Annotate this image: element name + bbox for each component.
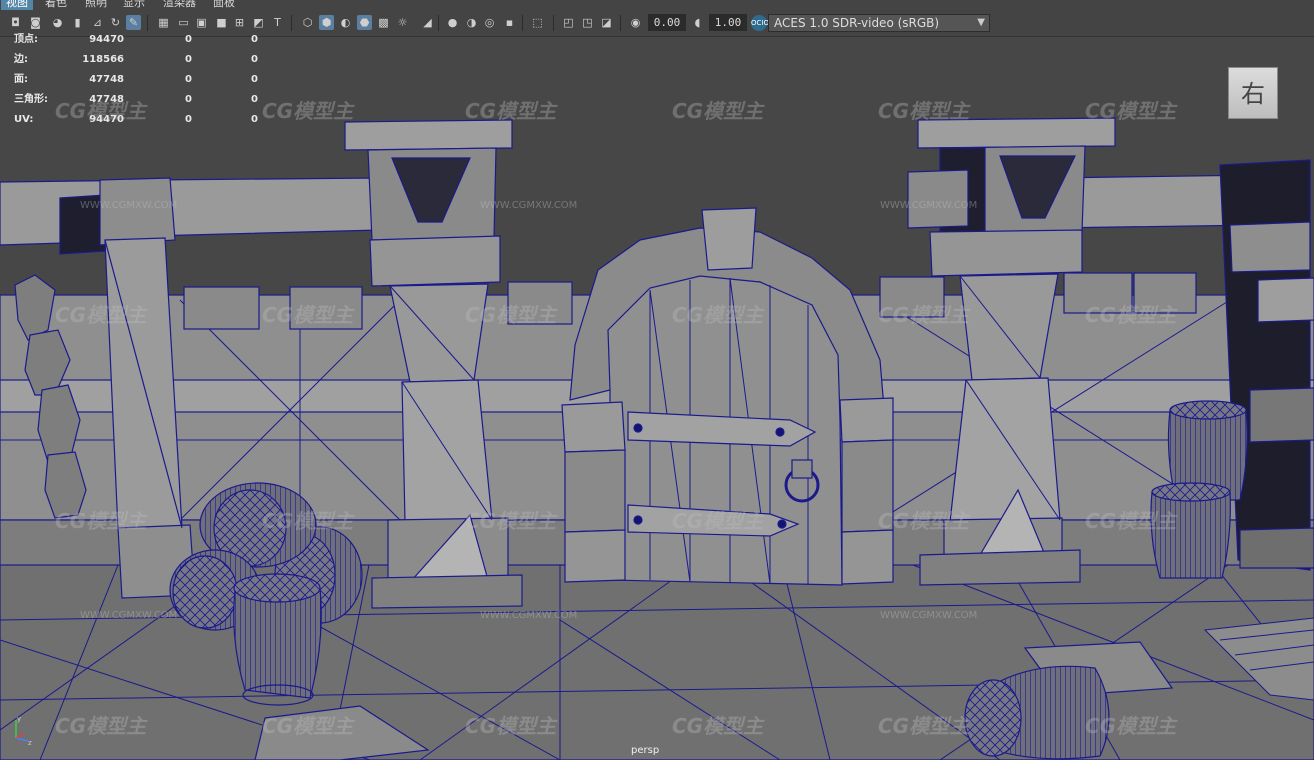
svg-text:CG模型主: CG模型主 bbox=[55, 303, 148, 327]
bookmark-icon[interactable]: ▮ bbox=[70, 15, 85, 30]
view-cube[interactable]: 右 bbox=[1228, 67, 1278, 119]
screen-space-ao-icon[interactable]: ● bbox=[445, 15, 460, 30]
backface-culling-icon[interactable]: ◪ bbox=[599, 15, 614, 30]
poly-count-hud: 顶点: 94470 0 0 边: 118566 0 0 面: 47748 0 0… bbox=[0, 34, 270, 137]
scene-render: CG模型主 CG模型主 CG模型主 CG模型主 CG模型主 CG模型主 CG模型… bbox=[0, 37, 1314, 760]
svg-text:CG模型主: CG模型主 bbox=[262, 714, 355, 738]
color-space-label: ACES 1.0 SDR-video (sRGB) bbox=[774, 16, 940, 30]
svg-text:CG模型主: CG模型主 bbox=[262, 99, 355, 123]
grease-pencil-icon[interactable]: ✎ bbox=[126, 15, 141, 30]
svg-text:CG模型主: CG模型主 bbox=[672, 714, 765, 738]
camera-attributes-icon[interactable]: ◙ bbox=[28, 15, 43, 30]
svg-text:CG模型主: CG模型主 bbox=[878, 303, 971, 327]
grid-icon[interactable]: ▦ bbox=[156, 15, 171, 30]
menu-view[interactable]: 视图 bbox=[1, 0, 33, 10]
hud-row-triangles: 三角形: 47748 0 0 bbox=[14, 94, 258, 105]
hud-row-faces: 面: 47748 0 0 bbox=[14, 74, 258, 85]
svg-text:CG模型主: CG模型主 bbox=[465, 509, 558, 533]
panel-menu-bar: 视图 着色 照明 显示 渲染器 面板 bbox=[0, 0, 1314, 10]
exposure-icon[interactable]: ◉ bbox=[628, 15, 643, 30]
color-space-dropdown[interactable]: ACES 1.0 SDR-video (sRGB) ▼ bbox=[768, 14, 990, 32]
safe-title-icon[interactable]: T bbox=[270, 15, 285, 30]
svg-text:CG模型主: CG模型主 bbox=[262, 303, 355, 327]
menu-renderer[interactable]: 渲染器 bbox=[158, 0, 201, 10]
svg-text:CG模型主: CG模型主 bbox=[1085, 99, 1178, 123]
svg-text:CG模型主: CG模型主 bbox=[55, 509, 148, 533]
default-material-icon[interactable]: ◐ bbox=[338, 15, 353, 30]
svg-text:CG模型主: CG模型主 bbox=[1085, 303, 1178, 327]
svg-text:CG模型主: CG模型主 bbox=[465, 99, 558, 123]
resolution-gate-icon[interactable]: ▣ bbox=[194, 15, 209, 30]
svg-text:WWW.CGMXW.COM: WWW.CGMXW.COM bbox=[880, 610, 977, 621]
wireframe-on-shaded-icon[interactable]: ⬣ bbox=[357, 15, 372, 30]
hud-row-uvs: UV: 94470 0 0 bbox=[14, 114, 258, 125]
viewport-3d[interactable]: CG模型主 CG模型主 CG模型主 CG模型主 CG模型主 CG模型主 CG模型… bbox=[0, 37, 1314, 760]
svg-text:WWW.CGMXW.COM: WWW.CGMXW.COM bbox=[880, 200, 977, 211]
lights-icon[interactable]: ☼ bbox=[395, 15, 410, 30]
svg-text:CG模型主: CG模型主 bbox=[55, 714, 148, 738]
svg-text:CG模型主: CG模型主 bbox=[1085, 714, 1178, 738]
menu-panels[interactable]: 面板 bbox=[208, 0, 240, 10]
axis-label-y: y bbox=[17, 715, 21, 723]
wireframe-icon[interactable]: ⬡ bbox=[300, 15, 315, 30]
isolate-select-icon[interactable]: ⬚ bbox=[530, 15, 545, 30]
axis-label-z: z bbox=[28, 739, 32, 746]
hud-row-vertices: 顶点: 94470 0 0 bbox=[14, 34, 258, 45]
gamma-icon[interactable]: ◖ bbox=[690, 15, 705, 30]
image-plane-icon[interactable]: ⊿ bbox=[90, 15, 105, 30]
svg-text:CG模型主: CG模型主 bbox=[672, 303, 765, 327]
svg-text:CG模型主: CG模型主 bbox=[465, 714, 558, 738]
axis-gizmo-icon: y z bbox=[15, 715, 32, 746]
two-d-pan-icon[interactable]: ↻ bbox=[108, 15, 123, 30]
svg-text:WWW.CGMXW.COM: WWW.CGMXW.COM bbox=[480, 200, 577, 211]
safe-action-icon[interactable]: ◩ bbox=[251, 15, 266, 30]
svg-text:CG模型主: CG模型主 bbox=[1085, 509, 1178, 533]
exposure-field[interactable]: 0.00 bbox=[648, 14, 686, 31]
svg-text:CG模型主: CG模型主 bbox=[878, 509, 971, 533]
maya-viewport-window: 视图 着色 照明 显示 渲染器 面板 ◘ ◙ ◕ ▮ ⊿ ↻ ✎ ▦ ▭ ▣ ■… bbox=[0, 0, 1314, 760]
svg-text:WWW.CGMXW.COM: WWW.CGMXW.COM bbox=[80, 200, 177, 211]
smooth-shade-icon[interactable]: ⬢ bbox=[319, 15, 334, 30]
aces-icon[interactable]: OCIO bbox=[751, 15, 769, 31]
svg-text:CG模型主: CG模型主 bbox=[878, 99, 971, 123]
menu-show[interactable]: 显示 bbox=[118, 0, 150, 10]
depth-of-field-icon[interactable]: ▪ bbox=[502, 15, 517, 30]
svg-text:CG模型主: CG模型主 bbox=[465, 303, 558, 327]
select-camera-icon[interactable]: ◘ bbox=[8, 15, 23, 30]
chevron-down-icon: ▼ bbox=[977, 17, 985, 28]
anti-aliasing-icon[interactable]: ◎ bbox=[482, 15, 497, 30]
svg-text:WWW.CGMXW.COM: WWW.CGMXW.COM bbox=[480, 610, 577, 621]
menu-lighting[interactable]: 照明 bbox=[80, 0, 112, 10]
svg-text:CG模型主: CG模型主 bbox=[262, 509, 355, 533]
camera-label: persp bbox=[631, 745, 660, 756]
shadows-icon[interactable]: ◢ bbox=[420, 15, 435, 30]
svg-text:CG模型主: CG模型主 bbox=[672, 509, 765, 533]
gamma-field[interactable]: 1.00 bbox=[709, 14, 747, 31]
gate-mask-icon[interactable]: ■ bbox=[214, 15, 229, 30]
svg-text:WWW.CGMXW.COM: WWW.CGMXW.COM bbox=[80, 610, 177, 621]
menu-shading[interactable]: 着色 bbox=[40, 0, 72, 10]
bookmark-camera-icon[interactable]: ◕ bbox=[50, 15, 65, 30]
xray-joints-icon[interactable]: ◳ bbox=[580, 15, 595, 30]
xray-icon[interactable]: ◰ bbox=[561, 15, 576, 30]
hud-row-edges: 边: 118566 0 0 bbox=[14, 54, 258, 65]
motion-blur-icon[interactable]: ◑ bbox=[464, 15, 479, 30]
svg-text:CG模型主: CG模型主 bbox=[672, 99, 765, 123]
textured-icon[interactable]: ▩ bbox=[376, 15, 391, 30]
svg-text:CG模型主: CG模型主 bbox=[878, 714, 971, 738]
film-gate-icon[interactable]: ▭ bbox=[176, 15, 191, 30]
field-chart-icon[interactable]: ⊞ bbox=[232, 15, 247, 30]
